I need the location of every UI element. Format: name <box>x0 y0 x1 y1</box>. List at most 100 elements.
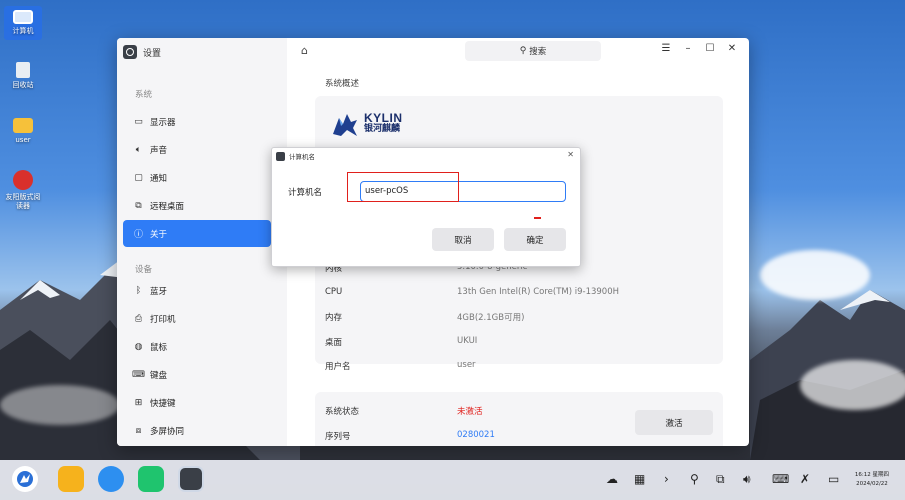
settings-app-icon <box>123 45 137 59</box>
sidebar: 设置 系统 ▭ 显示器 🔈︎ 声音 ▢ 通知 ⧉ 远程桌面 ⓘ 关于 设备 ᛒ … <box>117 38 287 446</box>
serial-key: 序列号 <box>325 432 351 442</box>
sidebar-item-label: 远程桌面 <box>150 201 185 212</box>
serial-value[interactable]: 0280021 <box>457 430 495 442</box>
sidebar-item-about[interactable]: ⓘ 关于 <box>123 220 271 247</box>
info-key: 用户名 <box>325 362 351 372</box>
info-key: 内存 <box>325 313 343 323</box>
volume-icon[interactable]: 🔊︎ <box>743 472 751 487</box>
status-row: 系统状态 未激活 <box>325 405 483 417</box>
display-icon: ▭ <box>134 116 143 127</box>
search-icon[interactable]: ⚲ <box>690 472 699 486</box>
sidebar-item-bluetooth[interactable]: ᛒ 蓝牙 <box>123 277 271 304</box>
close-icon[interactable]: ✕ <box>567 150 574 159</box>
desktop-icon-computer[interactable]: 计算机 <box>4 6 42 40</box>
color-picker-icon[interactable]: ▦ <box>634 472 645 486</box>
dialog-title: 计算机名 <box>289 153 315 161</box>
sidebar-item-display[interactable]: ▭ 显示器 <box>123 108 271 135</box>
home-icon[interactable]: ⌂ <box>301 44 315 58</box>
sidebar-item-mouse[interactable]: ◍ 鼠标 <box>123 333 271 360</box>
clock[interactable]: 16:12 星期四 2024/02/22 <box>855 471 889 489</box>
start-menu-icon[interactable] <box>12 466 38 492</box>
search-placeholder: 搜索 <box>529 47 547 57</box>
settings-taskbar-icon[interactable] <box>178 466 204 492</box>
confirm-button[interactable]: 确定 <box>504 228 566 251</box>
status-key: 系统状态 <box>325 407 360 417</box>
multiscreen-icon: ⧈ <box>135 425 142 436</box>
notification-icon[interactable]: ▭ <box>828 472 839 486</box>
sidebar-item-label: 显示器 <box>150 117 176 128</box>
menu-icon[interactable]: ☰ <box>655 43 677 54</box>
logo-text: KYLIN <box>364 111 403 125</box>
computer-name-dialog: 计算机名 ✕ 计算机名 user-pcOS 取消 确定 <box>271 147 581 267</box>
computer-name-label: 计算机名 <box>288 188 323 198</box>
info-row-desktop: 桌面 UKUI <box>325 336 715 348</box>
maximize-icon[interactable]: ☐ <box>699 43 721 54</box>
sidebar-item-label: 打印机 <box>150 314 176 325</box>
keyboard-icon: ⌨ <box>132 369 145 380</box>
sidebar-item-label: 鼠标 <box>150 342 168 353</box>
minimize-icon[interactable]: – <box>677 43 699 54</box>
top-bar: ⌂ ⚲ 搜索 ☰ – ☐ ✕ <box>287 38 749 66</box>
desktop-icon-user-folder[interactable]: user <box>4 118 42 145</box>
keyboard-icon[interactable]: ⌨ <box>772 472 789 486</box>
clock-date: 2024/02/22 <box>856 481 888 487</box>
clock-time: 16:12 星期四 <box>854 472 889 478</box>
app-store-icon[interactable] <box>138 466 164 492</box>
shortcut-icon: ⊞ <box>134 397 143 408</box>
sidebar-item-label: 蓝牙 <box>150 286 168 297</box>
serial-row: 序列号 0280021 <box>325 430 495 442</box>
sidebar-group-devices: 设备 <box>135 265 153 275</box>
activate-button[interactable]: 激活 <box>635 410 713 435</box>
browser-icon[interactable] <box>98 466 124 492</box>
sidebar-item-label: 键盘 <box>150 370 168 381</box>
info-key: 桌面 <box>325 338 343 348</box>
activation-card: 系统状态 未激活 序列号 0280021 激活 <box>315 392 723 446</box>
printer-icon: ⎙ <box>134 313 143 324</box>
kylin-logo-icon <box>333 114 357 136</box>
sound-icon: 🔈︎ <box>135 144 142 155</box>
info-value: 4GB(2.1GB可用) <box>457 313 525 323</box>
trash-icon <box>16 62 30 78</box>
sidebar-item-printer[interactable]: ⎙ 打印机 <box>123 305 271 332</box>
desktop-icon-label: user <box>15 136 31 144</box>
computer-icon <box>13 10 33 24</box>
annotation-highlight-box <box>347 172 459 202</box>
clipboard-icon[interactable]: ⧉ <box>716 472 725 487</box>
close-icon[interactable]: ✕ <box>721 43 743 54</box>
cloud-icon[interactable]: ☁ <box>606 472 618 486</box>
sidebar-item-shortcut[interactable]: ⊞ 快捷键 <box>123 389 271 416</box>
sidebar-item-keyboard[interactable]: ⌨ 键盘 <box>123 361 271 388</box>
search-input[interactable]: ⚲ 搜索 <box>465 41 601 61</box>
logo-subtext: 银河麒麟 <box>364 124 401 134</box>
sidebar-group-system: 系统 <box>135 90 153 100</box>
chevron-right-icon[interactable]: › <box>664 472 669 486</box>
sidebar-item-sound[interactable]: 🔈︎ 声音 <box>123 136 271 163</box>
sidebar-item-label: 通知 <box>150 173 168 184</box>
notification-icon: ▢ <box>134 172 143 183</box>
sidebar-item-notification[interactable]: ▢ 通知 <box>123 164 271 191</box>
taskbar: ☁ ▦ › ⚲ ⧉ 🔊︎ ⌨ ✗ ▭ 16:12 星期四 2024/02/22 <box>0 460 905 500</box>
status-badge: 未激活 <box>457 407 483 417</box>
cancel-button[interactable]: 取消 <box>432 228 494 251</box>
desktop-icon-label: 友阳版式阅读器 <box>5 193 41 210</box>
remote-desktop-icon: ⧉ <box>135 200 142 211</box>
info-row-memory: 内存 4GB(2.1GB可用) <box>325 311 715 323</box>
cloud <box>800 360 905 410</box>
section-title: 系统概述 <box>325 79 360 89</box>
sidebar-item-label: 快捷键 <box>150 398 176 409</box>
settings-app-icon <box>276 151 285 161</box>
file-manager-icon[interactable] <box>58 466 84 492</box>
cloud <box>0 385 120 425</box>
search-icon: ⚲ <box>519 46 527 56</box>
sidebar-item-remote-desktop[interactable]: ⧉ 远程桌面 <box>123 192 271 219</box>
info-key: CPU <box>325 287 343 297</box>
desktop-icon-trash[interactable]: 回收站 <box>4 62 42 90</box>
info-icon: ⓘ <box>133 230 143 240</box>
info-value: 13th Gen Intel(R) Core(TM) i9-13900H <box>457 287 620 297</box>
bluetooth-icon: ᛒ <box>135 285 142 296</box>
network-off-icon[interactable]: ✗ <box>800 472 810 486</box>
sidebar-item-label: 关于 <box>150 229 168 240</box>
info-value: UKUI <box>457 336 478 346</box>
sidebar-item-multiscreen[interactable]: ⧈ 多屏协同 <box>123 417 271 444</box>
desktop-icon-reader[interactable]: 友阳版式阅读器 <box>4 170 42 211</box>
